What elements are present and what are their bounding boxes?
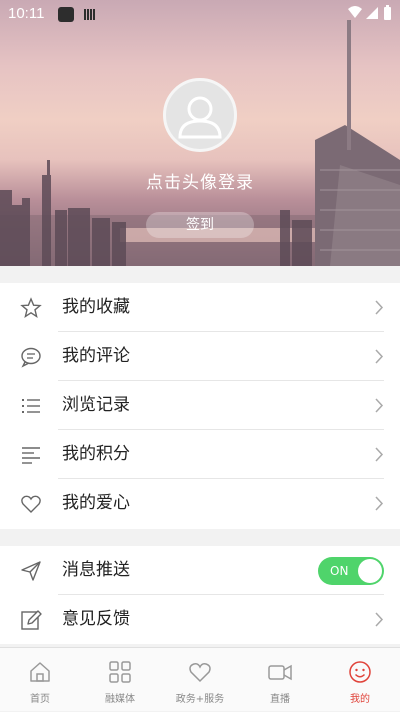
status-bar: 10:11 [0, 0, 400, 28]
tab-home[interactable]: 首页 [0, 648, 80, 712]
heart-hand-icon [189, 663, 211, 683]
menu-item-love[interactable]: 我的爱心 [0, 479, 400, 528]
wifi-icon [348, 6, 362, 18]
lines-icon [22, 447, 40, 464]
chevron-right-icon [375, 349, 384, 364]
tab-live[interactable]: 直播 [240, 648, 320, 712]
menu-item-label: 我的评论 [62, 346, 130, 366]
menu-item-label: 我的爱心 [62, 493, 130, 513]
menu-item-label: 浏览记录 [62, 395, 130, 415]
chevron-right-icon [375, 447, 384, 462]
status-time: 10:11 [8, 5, 45, 22]
heart-icon [21, 495, 41, 513]
notification-icon [58, 7, 74, 22]
tab-label: 政务+服务 [175, 694, 225, 705]
menu-item-feedback[interactable]: 意见反馈 [0, 595, 400, 644]
menu-group-settings: 消息推送 ON 意见反馈 [0, 546, 400, 644]
chevron-right-icon [375, 496, 384, 511]
menu-item-comments[interactable]: 我的评论 [0, 332, 400, 381]
grid-icon [109, 661, 131, 683]
menu-item-label: 我的积分 [62, 444, 130, 464]
menu-item-history[interactable]: 浏览记录 [0, 381, 400, 430]
smile-icon [349, 661, 371, 683]
tab-label: 直播 [270, 694, 290, 705]
edit-icon [21, 610, 42, 630]
menu-item-push: 消息推送 ON [0, 546, 400, 595]
tab-services[interactable]: 政务+服务 [160, 648, 240, 712]
user-icon [178, 96, 222, 139]
list-icon [22, 399, 40, 413]
login-prompt[interactable]: 点击头像登录 [0, 168, 400, 193]
tab-mine[interactable]: 我的 [320, 648, 400, 712]
tab-label: 我的 [350, 694, 370, 705]
star-icon [20, 297, 42, 319]
chevron-right-icon [375, 300, 384, 315]
menu-item-label: 消息推送 [62, 560, 130, 580]
menu-group-main: 我的收藏 我的评论 浏览记录 我的积分 我的爱心 [0, 283, 400, 529]
home-icon [30, 662, 50, 682]
sim-card-icon [84, 9, 95, 20]
cell-signal-icon [366, 7, 378, 19]
video-icon [268, 664, 292, 681]
chevron-right-icon [375, 398, 384, 413]
avatar[interactable] [163, 78, 237, 152]
signin-button[interactable]: 签到 [146, 212, 254, 238]
system-status-icons [348, 5, 391, 20]
tab-label: 首页 [30, 694, 50, 705]
menu-item-points[interactable]: 我的积分 [0, 430, 400, 479]
comment-icon [21, 347, 41, 368]
chevron-right-icon [375, 612, 384, 627]
send-icon [21, 561, 41, 581]
bottom-tab-bar: 首页 融媒体 政务+服务 直播 我的 [0, 647, 400, 711]
battery-icon [384, 7, 391, 20]
tab-media[interactable]: 融媒体 [80, 648, 160, 712]
profile-header: 10:11 点击头像登录 签到 [0, 0, 400, 266]
menu-item-label: 意见反馈 [62, 609, 130, 629]
menu-item-label: 我的收藏 [62, 297, 130, 317]
toggle-knob [358, 559, 382, 583]
menu-item-favorites[interactable]: 我的收藏 [0, 283, 400, 332]
toggle-state: ON [330, 564, 349, 578]
tab-label: 融媒体 [105, 694, 135, 705]
push-toggle[interactable]: ON [318, 557, 384, 585]
